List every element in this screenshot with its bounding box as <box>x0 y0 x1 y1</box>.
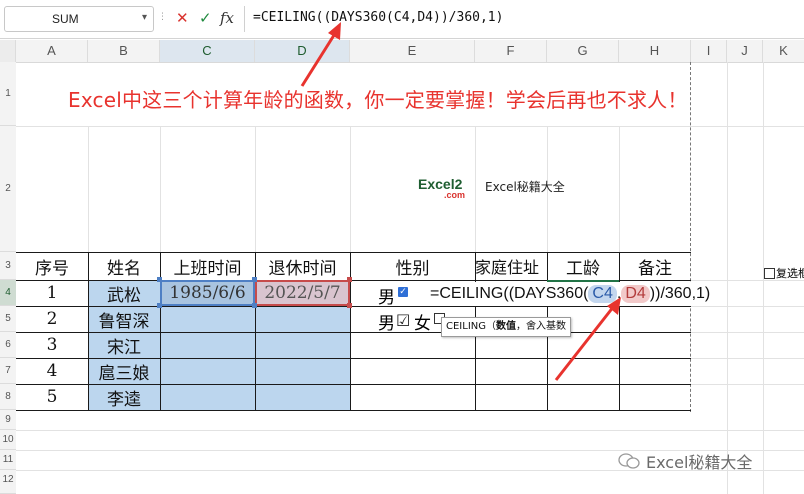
watermark-text: Excel秘籍大全 <box>646 453 753 472</box>
watermark: Excel秘籍大全 <box>618 449 752 473</box>
arrow-to-references <box>554 297 621 381</box>
arrow-to-formula-bar <box>300 22 341 87</box>
wechat-icon <box>618 453 640 469</box>
annotation-arrows <box>300 22 621 381</box>
